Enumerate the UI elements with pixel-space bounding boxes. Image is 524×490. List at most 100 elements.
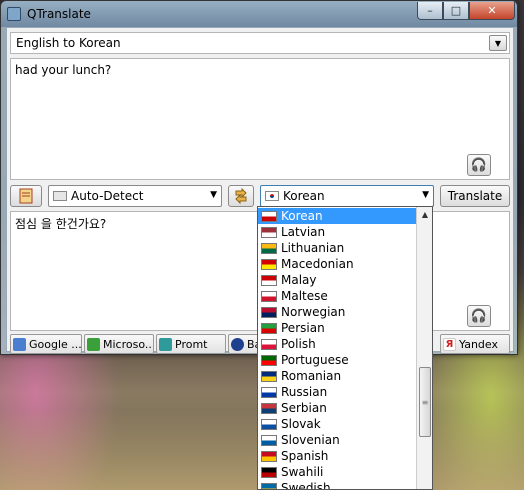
language-item-label: Macedonian [281, 257, 354, 271]
language-item-korean[interactable]: Korean [258, 208, 416, 224]
dictionary-icon [19, 188, 33, 204]
listen-source-button[interactable]: 🎧 [467, 154, 491, 176]
target-language-select[interactable]: Korean ▼ [260, 185, 434, 207]
headphones-icon: 🎧 [470, 157, 488, 173]
language-item-label: Swedish [281, 481, 331, 490]
source-text: had your lunch? [15, 63, 112, 77]
engine-label: Google ... [29, 338, 82, 351]
language-item-label: Serbian [281, 401, 327, 415]
listen-target-button[interactable]: 🎧 [467, 305, 491, 327]
language-item-lithuanian[interactable]: Lithuanian [258, 240, 416, 256]
latvian-flag-icon [261, 227, 277, 238]
baidu-icon [231, 338, 244, 351]
slovenian-flag-icon [261, 435, 277, 446]
minimize-button[interactable]: – [417, 2, 443, 20]
yandex-icon: Я [443, 338, 456, 351]
source-text-area[interactable]: had your lunch? 🎧 [10, 58, 510, 180]
direction-dropdown-button[interactable]: ▼ [489, 35, 507, 51]
dropdown-scrollbar[interactable]: ▲ ≡ [416, 207, 432, 489]
lithuanian-flag-icon [261, 243, 277, 254]
engine-label: Microso... [103, 338, 154, 351]
language-item-russian[interactable]: Russian [258, 384, 416, 400]
engine-tab-yandex[interactable]: Я Yandex [440, 334, 510, 354]
russian-flag-icon [261, 387, 277, 398]
language-item-label: Korean [281, 209, 323, 223]
chevron-down-icon: ▼ [422, 190, 429, 200]
swahili-flag-icon [261, 467, 277, 478]
language-item-label: Portuguese [281, 353, 349, 367]
language-item-swahili[interactable]: Swahili [258, 464, 416, 480]
polish-flag-icon [261, 339, 277, 350]
engine-tab-google[interactable]: Google ... [10, 334, 82, 354]
promt-icon [159, 338, 172, 351]
language-item-label: Latvian [281, 225, 326, 239]
dictionary-button[interactable] [10, 185, 42, 207]
engine-tab-promt[interactable]: Promt [156, 334, 226, 354]
engine-label: Promt [175, 338, 208, 351]
target-language-label: Korean [283, 189, 325, 203]
google-icon [13, 338, 26, 351]
language-item-norwegian[interactable]: Norwegian [258, 304, 416, 320]
language-item-spanish[interactable]: Spanish [258, 448, 416, 464]
target-language-dropdown-list[interactable]: Korean Latvian Lithuanian Macedonian Malay Ma… [257, 206, 433, 490]
language-item-persian[interactable]: Persian [258, 320, 416, 336]
maximize-button[interactable]: □ [443, 2, 469, 20]
spanish-flag-icon [261, 451, 277, 462]
language-item-label: Malay [281, 273, 317, 287]
language-item-romanian[interactable]: Romanian [258, 368, 416, 384]
language-item-label: Romanian [281, 369, 342, 383]
translate-button[interactable]: Translate [440, 185, 510, 207]
minimize-icon: – [427, 4, 433, 17]
language-item-label: Russian [281, 385, 328, 399]
headphones-icon: 🎧 [470, 308, 488, 324]
close-icon: ✕ [487, 4, 497, 17]
language-item-malay[interactable]: Malay [258, 272, 416, 288]
persian-flag-icon [261, 323, 277, 334]
language-item-polish[interactable]: Polish [258, 336, 416, 352]
language-item-serbian[interactable]: Serbian [258, 400, 416, 416]
language-item-label: Slovenian [281, 433, 340, 447]
engine-tab-microsoft[interactable]: Microso... [84, 334, 154, 354]
norwegian-flag-icon [261, 307, 277, 318]
language-item-label: Persian [281, 321, 325, 335]
language-item-swedish[interactable]: Swedish [258, 480, 416, 490]
macedonian-flag-icon [261, 259, 277, 270]
translate-button-label: Translate [447, 189, 503, 203]
slovak-flag-icon [261, 419, 277, 430]
source-language-select[interactable]: Auto-Detect ▼ [48, 185, 222, 207]
language-item-label: Slovak [281, 417, 321, 431]
chevron-down-icon: ▼ [210, 190, 217, 200]
language-item-label: Norwegian [281, 305, 346, 319]
scroll-up-arrow[interactable]: ▲ [417, 207, 432, 221]
window-title: QTranslate [27, 7, 91, 21]
language-item-label: Lithuanian [281, 241, 345, 255]
maltese-flag-icon [261, 291, 277, 302]
romanian-flag-icon [261, 371, 277, 382]
korean-flag-icon [261, 211, 277, 222]
language-item-macedonian[interactable]: Macedonian [258, 256, 416, 272]
close-button[interactable]: ✕ [469, 2, 515, 20]
malay-flag-icon [261, 275, 277, 286]
language-item-maltese[interactable]: Maltese [258, 288, 416, 304]
direction-select[interactable]: English to Korean ▼ [10, 32, 510, 54]
chevron-down-icon: ▼ [494, 38, 502, 48]
maximize-icon: □ [450, 4, 462, 17]
auto-detect-icon [53, 191, 67, 201]
language-item-portuguese[interactable]: Portuguese [258, 352, 416, 368]
scroll-thumb[interactable]: ≡ [419, 367, 431, 437]
language-item-slovak[interactable]: Slovak [258, 416, 416, 432]
language-item-label: Maltese [281, 289, 328, 303]
serbian-flag-icon [261, 403, 277, 414]
engine-label: Yandex [459, 338, 498, 351]
language-item-slovenian[interactable]: Slovenian [258, 432, 416, 448]
language-item-latvian[interactable]: Latvian [258, 224, 416, 240]
swap-languages-button[interactable] [228, 185, 254, 207]
swedish-flag-icon [261, 483, 277, 489]
title-bar[interactable]: QTranslate – □ ✕ [1, 1, 517, 27]
app-icon [7, 7, 21, 21]
korea-flag-icon [265, 191, 279, 201]
language-item-label: Spanish [281, 449, 329, 463]
portuguese-flag-icon [261, 355, 277, 366]
target-text: 점심 을 한건가요? [15, 217, 107, 231]
language-item-label: Swahili [281, 465, 324, 479]
